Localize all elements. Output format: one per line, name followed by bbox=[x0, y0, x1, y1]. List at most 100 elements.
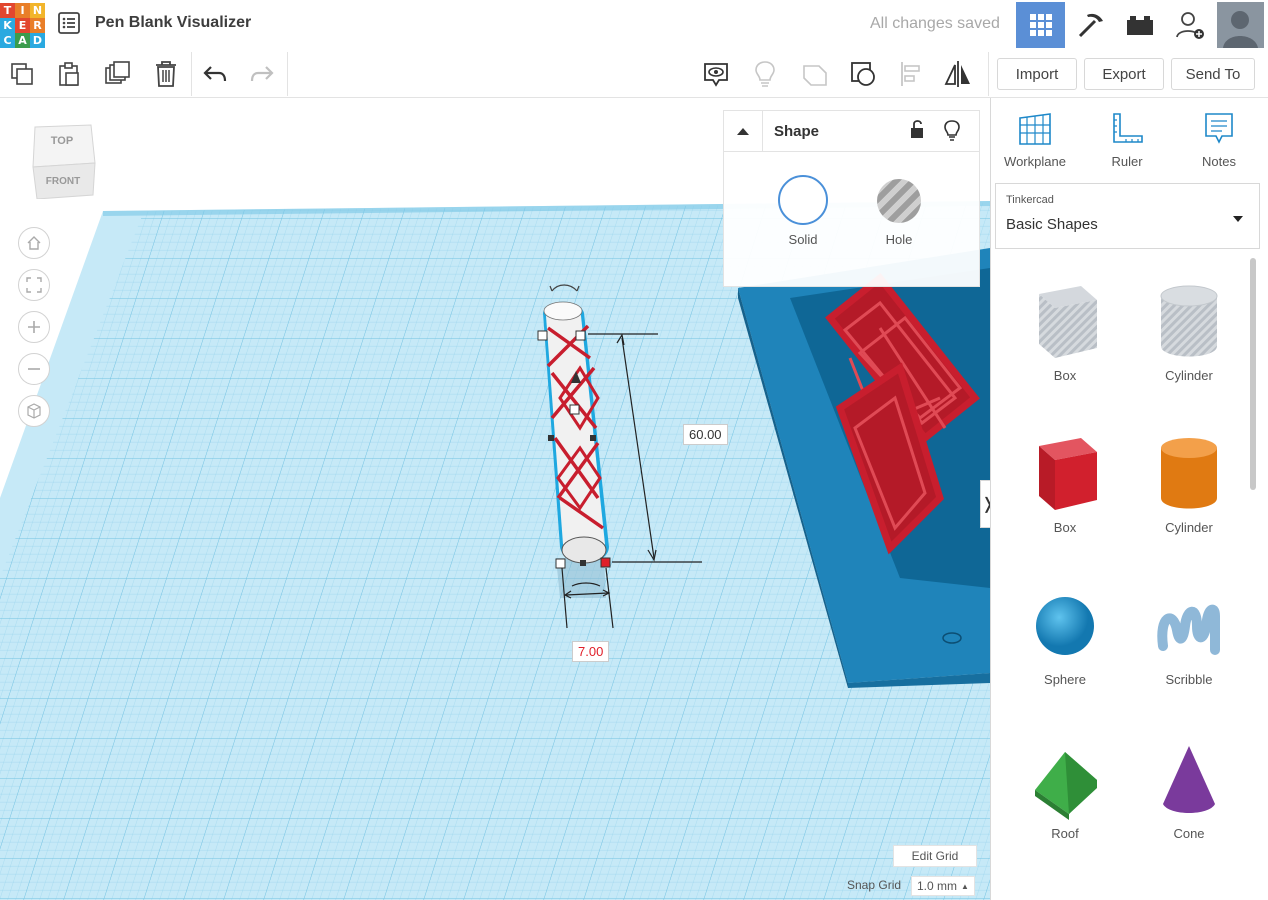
shape-label: Cylinder bbox=[1165, 520, 1213, 535]
snap-grid-value: 1.0 mm bbox=[917, 879, 958, 893]
box-shape-icon bbox=[1039, 438, 1097, 510]
paste-button[interactable] bbox=[53, 58, 85, 90]
user-avatar[interactable] bbox=[1217, 2, 1264, 48]
shape-label: Roof bbox=[1051, 826, 1079, 841]
library-source: Tinkercad bbox=[1006, 194, 1054, 206]
view-cube[interactable]: TOP FRONT bbox=[29, 123, 97, 199]
minus-icon bbox=[28, 368, 40, 370]
shape-library-select[interactable]: Tinkercad Basic Shapes bbox=[995, 183, 1260, 249]
tinkercad-logo[interactable]: T I N K E R C A D bbox=[0, 3, 45, 48]
mirror-button[interactable] bbox=[942, 58, 974, 90]
width-value-field[interactable]: 7.00 bbox=[572, 641, 610, 662]
ruler-tool[interactable]: Ruler bbox=[1092, 110, 1162, 174]
hole-label: Hole bbox=[885, 232, 913, 247]
shape-cylinder-striped[interactable]: Cylinder bbox=[1129, 282, 1249, 432]
duplicate-icon bbox=[105, 61, 130, 84]
ruler-icon bbox=[1113, 113, 1143, 143]
shape-cone[interactable]: Cone bbox=[1129, 740, 1249, 890]
snap-grid-label: Snap Grid bbox=[847, 878, 902, 892]
import-button[interactable]: Import bbox=[997, 58, 1077, 90]
cylinder-shape-icon bbox=[1160, 285, 1218, 357]
cone-shape-icon bbox=[1163, 746, 1215, 813]
shape-scribble[interactable]: Scribble bbox=[1129, 586, 1249, 736]
shape-sphere[interactable]: Sphere bbox=[1005, 586, 1125, 736]
bricks-view-button[interactable] bbox=[1115, 2, 1164, 48]
view-cube-front[interactable]: FRONT bbox=[29, 176, 97, 187]
perspective-button[interactable] bbox=[18, 395, 50, 427]
logo-letter: E bbox=[15, 18, 30, 33]
note-icon bbox=[1205, 113, 1233, 144]
workplane-icon bbox=[1019, 113, 1051, 145]
zoom-out-button[interactable] bbox=[18, 353, 50, 385]
grid-icon bbox=[1029, 14, 1052, 36]
design-title[interactable]: Pen Blank Visualizer bbox=[95, 14, 251, 32]
brick-icon bbox=[1126, 16, 1153, 35]
caret-up-icon: ▲ bbox=[961, 881, 969, 891]
3d-view-button[interactable] bbox=[1016, 2, 1065, 48]
mirror-icon bbox=[944, 61, 970, 87]
logo-letter: C bbox=[0, 33, 15, 48]
trash-icon bbox=[156, 61, 176, 87]
redo-button[interactable] bbox=[246, 58, 278, 90]
undo-button[interactable] bbox=[199, 58, 231, 90]
shape-roof[interactable]: Roof bbox=[1005, 740, 1125, 890]
zoom-in-button[interactable] bbox=[18, 311, 50, 343]
unlock-icon bbox=[911, 120, 923, 138]
lock-button[interactable] bbox=[908, 119, 926, 144]
show-all-notes-button[interactable] bbox=[700, 58, 732, 90]
height-value-field[interactable]: 60.00 bbox=[683, 424, 728, 445]
delete-button[interactable] bbox=[150, 58, 182, 90]
light-button[interactable] bbox=[749, 58, 781, 90]
shape-inspector: Shape Solid Hole bbox=[723, 110, 980, 287]
hole-option[interactable] bbox=[877, 179, 921, 223]
save-status: All changes saved bbox=[870, 15, 1000, 32]
send-to-button[interactable]: Send To bbox=[1171, 58, 1255, 90]
logo-letter: K bbox=[0, 18, 15, 33]
home-icon bbox=[27, 236, 41, 250]
panel-collapse-chevron-icon[interactable]: ❭ bbox=[980, 480, 990, 528]
shape-label: Box bbox=[1053, 520, 1077, 535]
workplane-label: Workplane bbox=[1004, 154, 1066, 169]
edit-grid-button[interactable]: Edit Grid bbox=[893, 845, 977, 867]
design-menu-icon[interactable] bbox=[58, 12, 80, 34]
note-eye-icon bbox=[704, 63, 728, 87]
copy-button[interactable] bbox=[6, 58, 38, 90]
toolbar-divider bbox=[287, 52, 288, 96]
home-view-button[interactable] bbox=[18, 227, 50, 259]
fit-view-button[interactable] bbox=[18, 269, 50, 301]
visibility-light-button[interactable] bbox=[943, 119, 961, 146]
view-cube-top[interactable]: TOP bbox=[29, 135, 95, 147]
shape-box-striped[interactable]: Box bbox=[1005, 282, 1125, 432]
solid-label: Solid bbox=[788, 232, 818, 247]
snap-grid-select[interactable]: 1.0 mm ▲ bbox=[911, 876, 975, 896]
shape-box-red[interactable]: Box bbox=[1005, 434, 1125, 584]
pickaxe-icon bbox=[1078, 13, 1103, 38]
logo-letter: R bbox=[30, 18, 45, 33]
logo-letter: A bbox=[15, 33, 30, 48]
workplane-tool[interactable]: Workplane bbox=[1000, 110, 1070, 174]
solid-option[interactable] bbox=[778, 175, 828, 225]
logo-letter: D bbox=[30, 33, 45, 48]
duplicate-button[interactable] bbox=[102, 58, 134, 90]
shape-cylinder-orange[interactable]: Cylinder bbox=[1129, 434, 1249, 584]
toolbar-divider bbox=[191, 52, 192, 96]
notes-tool[interactable]: Notes bbox=[1184, 110, 1254, 174]
align-button[interactable] bbox=[896, 58, 928, 90]
shape-library-list[interactable]: Box Cylinder Box Cylinder Sphere Scribbl… bbox=[995, 256, 1258, 900]
invite-user-button[interactable] bbox=[1165, 2, 1214, 48]
lightbulb-icon bbox=[755, 61, 775, 87]
shape-label: Cone bbox=[1173, 826, 1205, 841]
redo-icon bbox=[250, 66, 274, 82]
scrollbar-thumb[interactable] bbox=[1250, 258, 1256, 490]
blocks-view-button[interactable] bbox=[1066, 2, 1115, 48]
roof-shape-icon bbox=[1035, 752, 1097, 820]
add-user-icon bbox=[1175, 12, 1204, 39]
group-icon bbox=[803, 65, 827, 86]
undo-icon bbox=[203, 66, 227, 82]
fit-icon bbox=[26, 277, 42, 293]
collapse-inspector-button[interactable] bbox=[724, 111, 763, 151]
align-icon bbox=[901, 62, 920, 86]
export-button[interactable]: Export bbox=[1084, 58, 1164, 90]
ungroup-button[interactable] bbox=[847, 58, 879, 90]
group-button[interactable] bbox=[799, 58, 831, 90]
